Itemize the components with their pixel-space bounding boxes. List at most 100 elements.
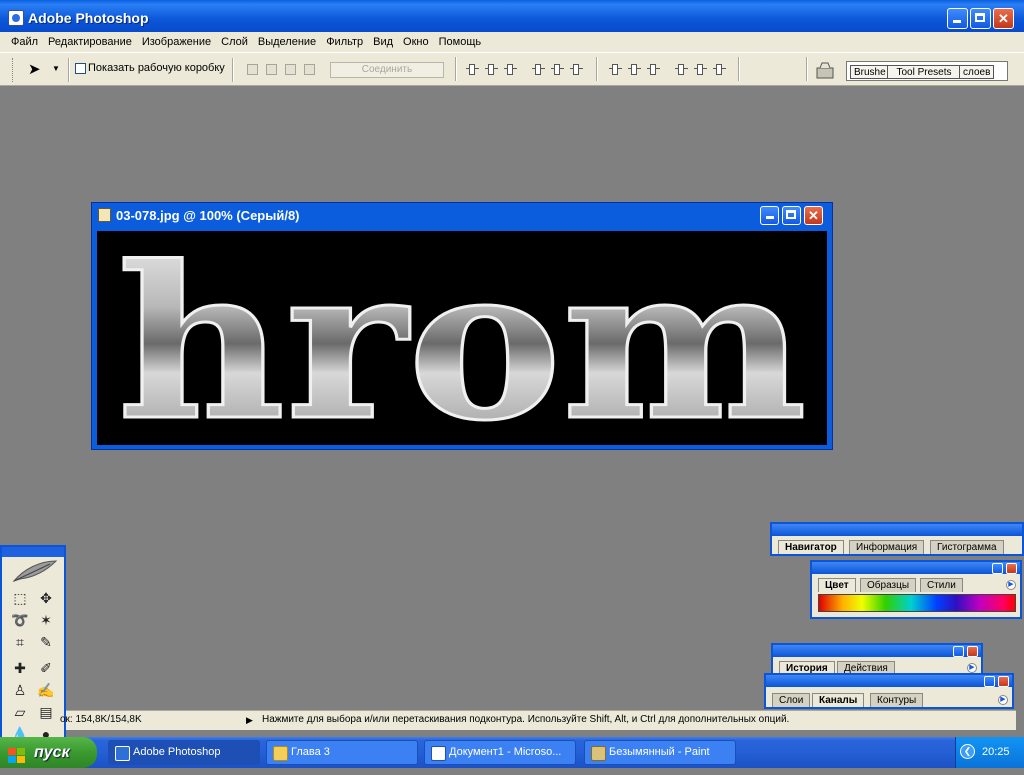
tab-layers[interactable]: Слои xyxy=(772,693,811,707)
app-title-bar[interactable]: Adobe Photoshop ✕ xyxy=(0,0,1024,36)
distribute-bottom-icon[interactable] xyxy=(647,62,661,76)
tab-channels[interactable]: Каналы xyxy=(812,693,865,707)
palette-minimize-button[interactable] xyxy=(984,676,995,687)
tab-paths[interactable]: Контуры xyxy=(870,693,924,707)
path-exclude-icon[interactable] xyxy=(302,62,316,76)
tab-histogram[interactable]: Гистограмма xyxy=(930,540,1004,554)
close-icon: ✕ xyxy=(998,11,1009,26)
palette-close-button[interactable] xyxy=(1006,563,1017,574)
status-hint: Нажмите для выбора и/или перетаскивания … xyxy=(262,714,790,725)
distribute-left-icon[interactable] xyxy=(675,62,689,76)
file-browser-icon[interactable] xyxy=(814,60,836,80)
palette-menu-arrow-icon[interactable]: ▶ xyxy=(998,695,1008,705)
close-button[interactable]: ✕ xyxy=(993,8,1014,29)
palette-menu-arrow-icon[interactable]: ▶ xyxy=(967,663,977,673)
palette-menu-arrow-icon[interactable]: ▶ xyxy=(1006,580,1016,590)
path-selection-tool-icon[interactable]: ➤ xyxy=(28,60,41,78)
document-title[interactable]: 03-078.jpg @ 100% (Серый/8) xyxy=(116,208,300,223)
palette-title-bar[interactable] xyxy=(773,645,981,657)
path-intersect-icon[interactable] xyxy=(283,62,297,76)
tools-palette: ⬚ ✥ ➰ ✶ ⌗ ✎ ✚ ✐ ♙ ✍ ▱ ▤ 💧 ● xyxy=(0,545,66,745)
doc-maximize-button[interactable] xyxy=(782,206,801,225)
color-spectrum-ramp[interactable] xyxy=(818,594,1016,612)
align-horizontal-center-icon[interactable] xyxy=(551,62,565,76)
color-palette: Цвет Образцы Стили ▶ xyxy=(810,560,1022,619)
minimize-button[interactable] xyxy=(947,8,968,29)
toolbar-separator xyxy=(455,57,457,81)
tools-palette-title-bar[interactable] xyxy=(2,547,64,557)
palette-well-tab-tool-presets[interactable]: Tool Presets xyxy=(887,65,961,79)
align-vertical-center-icon[interactable] xyxy=(485,62,499,76)
feather-logo-icon[interactable] xyxy=(10,559,58,583)
show-bounding-box-checkbox[interactable] xyxy=(75,63,86,74)
move-tool-icon[interactable]: ✥ xyxy=(37,589,55,607)
gradient-tool-icon[interactable]: ▤ xyxy=(37,703,55,721)
menu-window[interactable]: Окно xyxy=(398,32,434,50)
doc-minimize-button[interactable] xyxy=(760,206,779,225)
menu-select[interactable]: Выделение xyxy=(253,32,321,50)
palette-minimize-button[interactable] xyxy=(992,563,1003,574)
brush-tool-icon[interactable]: ✐ xyxy=(37,659,55,677)
palette-well-tab-brushes[interactable]: Brushe xyxy=(850,65,890,79)
paint-icon xyxy=(591,746,606,761)
tab-swatches[interactable]: Образцы xyxy=(860,578,917,592)
taskbar-item-folder[interactable]: Глава 3 xyxy=(266,740,418,765)
start-button[interactable]: пуск xyxy=(0,737,97,768)
maximize-button[interactable] xyxy=(970,8,991,29)
crop-tool-icon[interactable]: ⌗ xyxy=(11,633,29,651)
menu-layer[interactable]: Слой xyxy=(216,32,253,50)
palette-well-tab-layer-comps[interactable]: слоев xyxy=(959,65,995,79)
tool-preset-dropdown-icon[interactable]: ▼ xyxy=(52,64,60,73)
history-brush-tool-icon[interactable]: ✍ xyxy=(37,681,55,699)
document-size-readout[interactable]: ок: 154,8K/154,8K xyxy=(60,711,142,729)
palette-well: Brushe Tool Presets слоев xyxy=(846,61,1008,81)
distribute-vertical-center-icon[interactable] xyxy=(628,62,642,76)
align-right-icon[interactable] xyxy=(570,62,584,76)
palette-close-button[interactable] xyxy=(998,676,1009,687)
palette-close-button[interactable] xyxy=(967,646,978,657)
menu-help[interactable]: Помощь xyxy=(434,32,487,50)
path-subtract-icon[interactable] xyxy=(264,62,278,76)
clock[interactable]: 20:25 xyxy=(982,746,1010,758)
status-bar: ок: 154,8K/154,8K ▶ Нажмите для выбора и… xyxy=(60,710,1016,730)
status-menu-arrow-icon[interactable]: ▶ xyxy=(246,711,253,729)
minimize-icon xyxy=(953,20,961,23)
taskbar-item-paint[interactable]: Безымянный - Paint xyxy=(584,740,736,765)
palette-minimize-button[interactable] xyxy=(953,646,964,657)
clone-stamp-tool-icon[interactable]: ♙ xyxy=(11,681,29,699)
magic-wand-tool-icon[interactable]: ✶ xyxy=(37,611,55,629)
marquee-tool-icon[interactable]: ⬚ xyxy=(11,589,29,607)
path-add-icon[interactable] xyxy=(245,62,259,76)
lasso-tool-icon[interactable]: ➰ xyxy=(11,611,29,629)
tab-info[interactable]: Информация xyxy=(849,540,925,554)
taskbar-item-photoshop[interactable]: Adobe Photoshop xyxy=(108,740,260,765)
image-canvas[interactable]: hrom xyxy=(97,219,827,469)
menu-image[interactable]: Изображение xyxy=(137,32,216,50)
palette-title-bar[interactable] xyxy=(812,562,1020,574)
tab-navigator[interactable]: Навигатор xyxy=(778,540,844,554)
palette-title-bar[interactable] xyxy=(766,675,1012,687)
eraser-tool-icon[interactable]: ▱ xyxy=(11,703,29,721)
distribute-right-icon[interactable] xyxy=(713,62,727,76)
distribute-horizontal-center-icon[interactable] xyxy=(694,62,708,76)
align-top-icon[interactable] xyxy=(466,62,480,76)
taskbar-item-word[interactable]: Документ1 - Microso... xyxy=(424,740,576,765)
combine-button[interactable]: Соединить xyxy=(330,62,444,78)
align-bottom-icon[interactable] xyxy=(504,62,518,76)
tab-styles[interactable]: Стили xyxy=(920,578,963,592)
doc-close-button[interactable]: ✕ xyxy=(804,206,823,225)
tab-color[interactable]: Цвет xyxy=(818,578,856,592)
toolbar-grip[interactable] xyxy=(12,58,16,82)
show-hidden-icons-icon[interactable]: ❮ xyxy=(960,744,975,759)
palette-title-bar[interactable] xyxy=(772,524,1022,536)
menu-filter[interactable]: Фильтр xyxy=(321,32,368,50)
menu-edit[interactable]: Редактирование xyxy=(43,32,137,50)
healing-brush-tool-icon[interactable]: ✚ xyxy=(11,659,29,677)
menu-view[interactable]: Вид xyxy=(368,32,398,50)
align-left-icon[interactable] xyxy=(532,62,546,76)
distribute-top-icon[interactable] xyxy=(609,62,623,76)
menu-file[interactable]: Файл xyxy=(6,32,43,50)
navigator-palette: Навигатор Информация Гистограмма xyxy=(770,522,1024,556)
slice-tool-icon[interactable]: ✎ xyxy=(37,633,55,651)
canvas-artwork: hrom xyxy=(116,219,809,469)
